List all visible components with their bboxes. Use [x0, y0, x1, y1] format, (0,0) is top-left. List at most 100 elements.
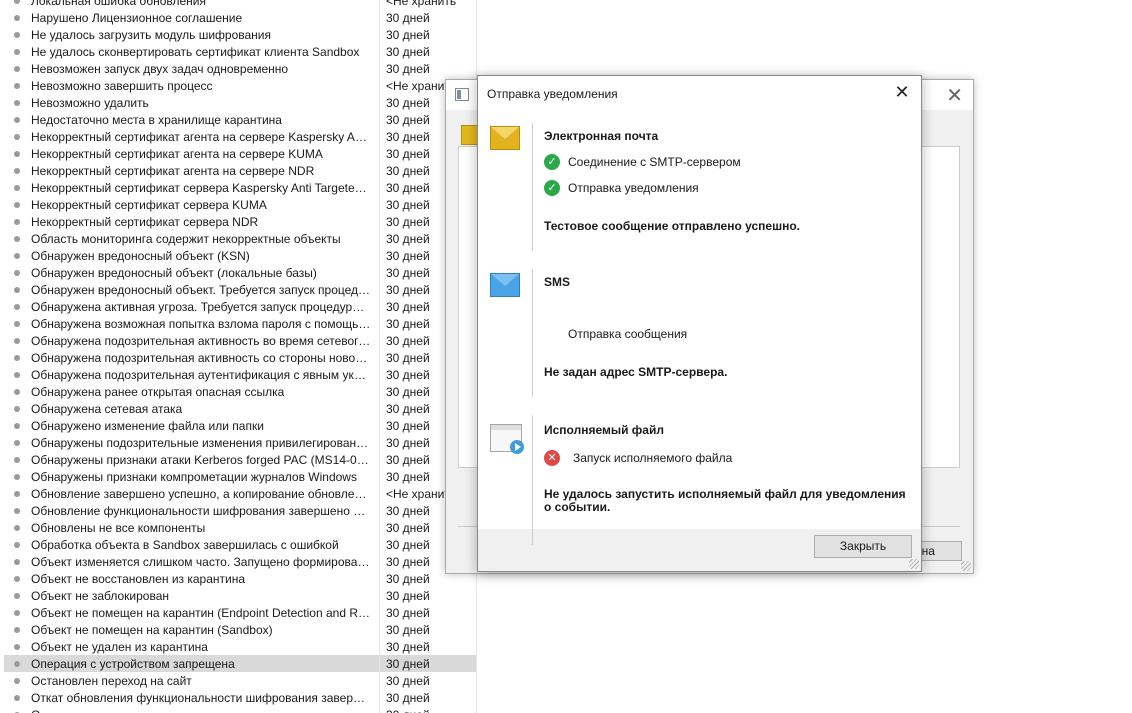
event-row[interactable]: Некорректный сертификат сервера Kaspersk… — [4, 179, 476, 196]
event-row[interactable]: Обнаружена подозрительная активность во … — [4, 332, 476, 349]
event-row[interactable]: Обновление завершено успешно, а копирова… — [4, 485, 476, 502]
column-divider — [379, 128, 380, 145]
bullet-icon — [14, 99, 20, 106]
event-row[interactable]: Объект изменяется слишком часто. Запущен… — [4, 553, 476, 570]
event-name: Обнаружена возможная попытка взлома паро… — [31, 316, 371, 331]
email-section-title: Электронная почта — [544, 129, 659, 143]
event-row[interactable]: Обработка объекта в Sandbox завершилась … — [4, 536, 476, 553]
event-row[interactable]: Некорректный сертификат агента на сервер… — [4, 128, 476, 145]
event-name: Объект изменяется слишком часто. Запущен… — [31, 554, 371, 569]
event-name: Обнаружены признаки компрометации журнал… — [31, 469, 357, 484]
event-name: Остановлен переход на сайт — [31, 673, 192, 688]
send-notification-dialog: Отправка уведомления ✕ Электронная почта… — [477, 75, 922, 572]
column-divider — [379, 485, 380, 502]
bullet-icon — [14, 558, 20, 565]
event-name: Обнаружен вредоносный объект (KSN) — [31, 248, 250, 263]
column-divider — [379, 9, 380, 26]
event-row[interactable]: Обнаружен вредоносный объект. Требуется … — [4, 281, 476, 298]
event-name: Объект не помещен на карантин (Endpoint … — [31, 605, 371, 620]
event-name: Обнаружено изменение файла или папки — [31, 418, 264, 433]
event-row[interactable]: Невозможно удалить 30 дней — [4, 94, 476, 111]
event-row[interactable]: Откат обновления функциональности шифров… — [4, 689, 476, 706]
close-button[interactable]: Закрыть — [814, 535, 912, 558]
column-divider — [379, 145, 380, 162]
close-icon[interactable]: ✕ — [889, 80, 915, 104]
resize-grip[interactable] — [961, 561, 971, 571]
bullet-icon — [14, 218, 20, 225]
event-row[interactable]: Некорректный сертификат агента на сервер… — [4, 145, 476, 162]
event-row[interactable]: Область мониторинга содержит некорректны… — [4, 230, 476, 247]
event-name: Невозможен запуск двух задач одновременн… — [31, 61, 289, 76]
resize-grip[interactable] — [909, 559, 919, 569]
event-row[interactable]: Обнаружены подозрительные изменения прив… — [4, 434, 476, 451]
bullet-icon — [14, 694, 20, 701]
event-name: Обнаружена подозрительная активность во … — [31, 333, 371, 348]
column-divider — [379, 655, 380, 672]
event-storage-period: <Не хранить> — [386, 0, 456, 8]
event-row[interactable]: Объект не удален из карантина 30 дней — [4, 638, 476, 655]
event-name: Некорректный сертификат сервера KUMA — [31, 197, 267, 212]
bullet-icon — [14, 201, 20, 208]
bullet-icon — [14, 116, 20, 123]
bullet-icon — [14, 371, 20, 378]
event-row[interactable]: Некорректный сертификат сервера NDR 30 дн… — [4, 213, 476, 230]
event-name: Обновление завершено успешно, а копирова… — [31, 486, 371, 501]
column-divider — [379, 77, 380, 94]
event-row[interactable]: Обнаружена подозрительная активность со … — [4, 349, 476, 366]
dialog-body: Электронная почта ✓ Соединение с SMTP-се… — [478, 109, 921, 545]
event-row[interactable]: Обнаружена активная угроза. Требуется за… — [4, 298, 476, 315]
event-name: Некорректный сертификат агента на сервер… — [31, 129, 371, 144]
event-row[interactable]: Недостаточно места в хранилище карантина… — [4, 111, 476, 128]
event-row[interactable]: Некорректный сертификат сервера KUMA 30 д… — [4, 196, 476, 213]
sms-step-send: Отправка сообщения — [568, 327, 687, 341]
window-icon — [455, 88, 469, 101]
column-divider — [379, 502, 380, 519]
event-row[interactable]: Обнаружены признаки атаки Kerberos forge… — [4, 451, 476, 468]
event-row[interactable]: Объект не помещен на карантин (Sandbox) 3… — [4, 621, 476, 638]
event-row[interactable]: Объект не восстановлен из карантина 30 дн… — [4, 570, 476, 587]
column-divider — [379, 434, 380, 451]
event-row[interactable]: Обнаружена ранее открытая опасная ссылка… — [4, 383, 476, 400]
event-storage-period: 30 дней — [386, 656, 430, 671]
event-row[interactable]: О... 30 дней — [4, 706, 476, 713]
event-row[interactable]: Обнаружены признаки компрометации журнал… — [4, 468, 476, 485]
event-row[interactable]: Операция с устройством запрещена 30 дней — [4, 655, 476, 672]
event-name: Обнаружены признаки атаки Kerberos forge… — [31, 452, 371, 467]
event-name: Обнаружена подозрительная активность со … — [31, 350, 371, 365]
event-row[interactable]: Объект не заблокирован 30 дней — [4, 587, 476, 604]
event-row[interactable]: Невозможен запуск двух задач одновременн… — [4, 60, 476, 77]
event-row[interactable]: Обновлены не все компоненты 30 дней — [4, 519, 476, 536]
event-row[interactable]: Остановлен переход на сайт 30 дней — [4, 672, 476, 689]
event-row[interactable]: Обнаружен вредоносный объект (KSN) 30 дне… — [4, 247, 476, 264]
event-storage-period: 30 дней — [386, 27, 430, 42]
back-window-close-icon[interactable]: ✕ — [946, 83, 963, 108]
event-row[interactable]: Обновление функциональности шифрования з… — [4, 502, 476, 519]
bullet-icon — [14, 184, 20, 191]
event-storage-period: 30 дней — [386, 673, 430, 688]
event-storage-period: 30 дней — [386, 605, 430, 620]
step-text: Отправка уведомления — [568, 181, 699, 195]
event-row[interactable]: Не удалось сконвертировать сертификат кл… — [4, 43, 476, 60]
event-row[interactable]: Не удалось загрузить модуль шифрования 30… — [4, 26, 476, 43]
event-storage-period: 30 дней — [386, 10, 430, 25]
event-row[interactable]: Обнаружена возможная попытка взлома паро… — [4, 315, 476, 332]
event-storage-period: 30 дней — [386, 708, 456, 713]
error-circle-icon: ✕ — [544, 450, 560, 466]
column-divider — [379, 162, 380, 179]
event-row[interactable]: Некорректный сертификат агента на сервер… — [4, 162, 476, 179]
event-row[interactable]: Нарушено Лицензионное соглашение 30 дней — [4, 9, 476, 26]
event-row[interactable]: Невозможно завершить процесс <Не хранить> — [4, 77, 476, 94]
check-circle-icon: ✓ — [544, 154, 560, 170]
event-name: Объект не удален из карантина — [31, 639, 208, 654]
event-row[interactable]: Обнаружена сетевая атака 30 дней — [4, 400, 476, 417]
event-list: Локальная ошибка обновления <Не хранить> Н… — [0, 0, 477, 713]
event-row[interactable]: Обнаружено изменение файла или папки 30 д… — [4, 417, 476, 434]
event-row[interactable]: Обнаружена подозрительная аутентификация… — [4, 366, 476, 383]
column-divider — [379, 621, 380, 638]
event-storage-period: 30 дней — [386, 61, 430, 76]
event-row[interactable]: Локальная ошибка обновления <Не хранить> — [4, 0, 476, 9]
bullet-icon — [14, 473, 20, 480]
event-name: Некорректный сертификат сервера Kaspersk… — [31, 180, 371, 195]
event-row[interactable]: Обнаружен вредоносный объект (локальные … — [4, 264, 476, 281]
event-row[interactable]: Объект не помещен на карантин (Endpoint … — [4, 604, 476, 621]
